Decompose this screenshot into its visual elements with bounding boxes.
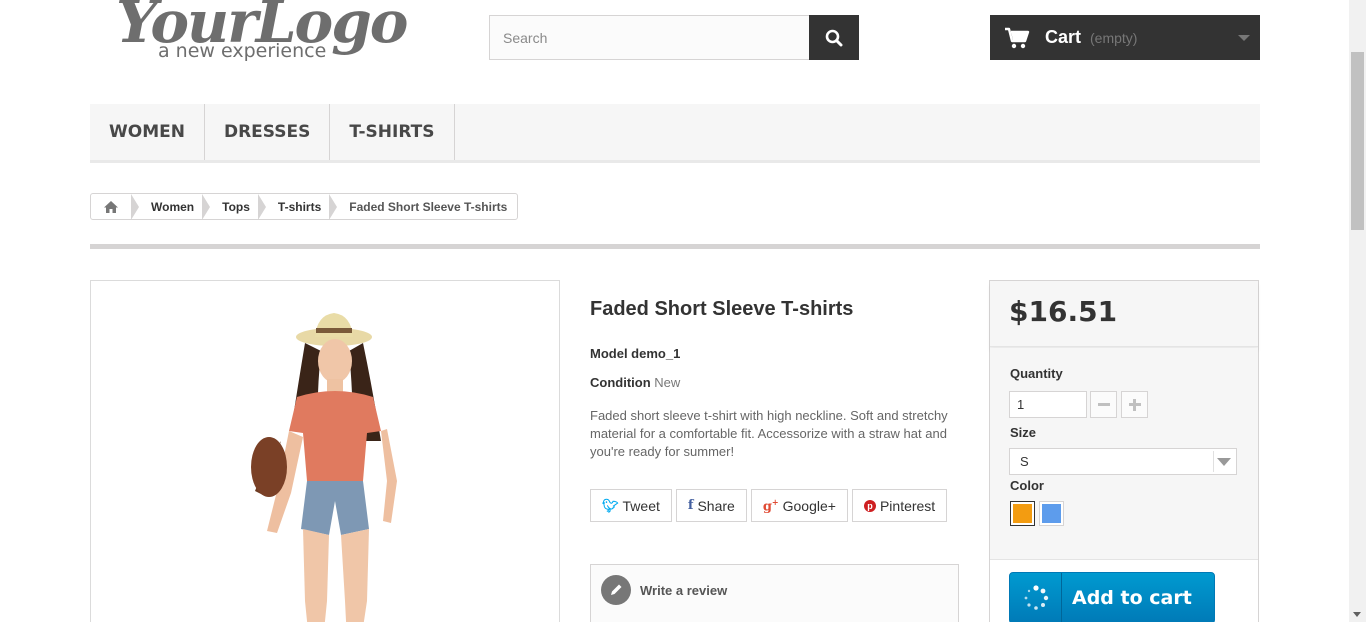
breadcrumb-item-tops[interactable]: Tops <box>222 200 250 214</box>
tweet-label: Tweet <box>622 497 660 514</box>
menu-item-women[interactable]: WOMEN <box>90 104 205 160</box>
plus-icon <box>1128 398 1141 411</box>
home-icon <box>104 200 118 213</box>
logo-tagline: a new experience <box>158 40 327 62</box>
add-to-cart-button[interactable]: Add to cart <box>1009 572 1215 622</box>
vertical-scrollbar[interactable] <box>1349 0 1366 622</box>
breadcrumb-separator <box>202 193 211 220</box>
add-to-cart-label: Add to cart <box>1072 587 1192 609</box>
minus-icon <box>1097 403 1110 406</box>
facebook-share-button[interactable]: f Share <box>675 489 747 522</box>
size-select[interactable]: S <box>1009 448 1237 475</box>
menu-item-tshirts[interactable]: T-SHIRTS <box>330 104 455 160</box>
product-description: Faded short sleeve t-shirt with high nec… <box>590 408 948 459</box>
google-plus-label: Google+ <box>782 497 836 514</box>
product-price: $16.51 <box>1009 295 1118 328</box>
quantity-increase-button[interactable] <box>1121 391 1148 418</box>
search-form <box>489 15 859 60</box>
twitter-icon: 🐦︎ <box>602 497 619 513</box>
write-review-box: Write a review <box>590 564 959 622</box>
share-label: Share <box>697 497 735 514</box>
breadcrumb-separator <box>131 193 139 220</box>
size-selected-value: S <box>1020 454 1029 469</box>
breadcrumb: Women Tops T-shirts Faded Short Sleeve T… <box>90 193 519 220</box>
site-logo[interactable]: YourLogo a new experience <box>112 0 412 70</box>
color-label: Color <box>1010 478 1044 493</box>
color-swatch-blue[interactable] <box>1039 501 1064 526</box>
cart-title: Cart <box>1045 27 1082 47</box>
tweet-button[interactable]: 🐦︎ Tweet <box>590 489 672 522</box>
product-model: Model demo_1 <box>590 346 681 361</box>
breadcrumb-separator <box>257 193 266 220</box>
main-menu: WOMEN DRESSES T-SHIRTS <box>90 104 1260 163</box>
product-title: Faded Short Sleeve T-shirts <box>590 298 854 320</box>
quantity-decrease-button[interactable] <box>1090 391 1117 418</box>
breadcrumb-item-current: Faded Short Sleeve T-shirts <box>349 199 508 214</box>
breadcrumb-home[interactable] <box>91 194 131 219</box>
product-image <box>251 313 397 622</box>
product-image-frame[interactable] <box>90 280 560 622</box>
scroll-down-arrow-icon[interactable] <box>1353 612 1361 617</box>
condition-value: New <box>654 375 681 390</box>
loading-spinner-icon <box>1010 573 1062 622</box>
cart-dropdown[interactable]: Cart (empty) <box>990 15 1260 60</box>
menu-item-dresses[interactable]: DRESSES <box>205 104 331 160</box>
search-icon <box>825 29 843 46</box>
size-label: Size <box>1010 425 1037 440</box>
shopping-cart-icon <box>1005 27 1030 48</box>
product-page: YourLogo a new experience Cart (empty) W… <box>0 0 1366 622</box>
buy-box: $16.51 Quantity Size S Color <box>989 280 1259 622</box>
cart-status: (empty) <box>1090 29 1138 46</box>
section-divider <box>90 244 1260 249</box>
breadcrumb-item-women[interactable]: Women <box>151 200 194 214</box>
chevron-down-icon <box>1213 451 1234 472</box>
price-area: $16.51 <box>990 281 1258 347</box>
breadcrumb-item-tshirts[interactable]: T-shirts <box>278 200 321 214</box>
product-options: Quantity Size S Color <box>990 348 1258 558</box>
scrollbar-thumb[interactable] <box>1351 52 1364 230</box>
chevron-down-icon <box>1238 35 1250 41</box>
search-button[interactable] <box>809 15 859 60</box>
google-plus-icon: g+ <box>762 496 779 515</box>
pencil-icon[interactable] <box>601 575 631 605</box>
color-swatch-fill <box>1042 504 1061 523</box>
facebook-icon: f <box>687 498 694 513</box>
product-condition: Condition New <box>590 375 680 390</box>
color-swatch-orange[interactable] <box>1010 501 1035 526</box>
pinterest-button[interactable]: p Pinterest <box>851 489 948 522</box>
breadcrumb-separator <box>329 193 338 220</box>
quantity-input[interactable] <box>1009 391 1087 418</box>
color-swatch-fill <box>1013 504 1032 523</box>
search-input[interactable] <box>489 15 810 60</box>
social-share-buttons: 🐦︎ Tweet f Share g+ Google+ p Pinterest <box>590 489 948 522</box>
google-plus-button[interactable]: g+ Google+ <box>750 489 848 522</box>
quantity-label: Quantity <box>1010 366 1063 381</box>
pinterest-icon: p <box>863 499 876 512</box>
write-review-link[interactable]: Write a review <box>640 583 727 598</box>
condition-label: Condition <box>590 375 651 390</box>
add-to-cart-area: Add to cart <box>990 559 1258 622</box>
pinterest-label: Pinterest <box>879 497 936 514</box>
